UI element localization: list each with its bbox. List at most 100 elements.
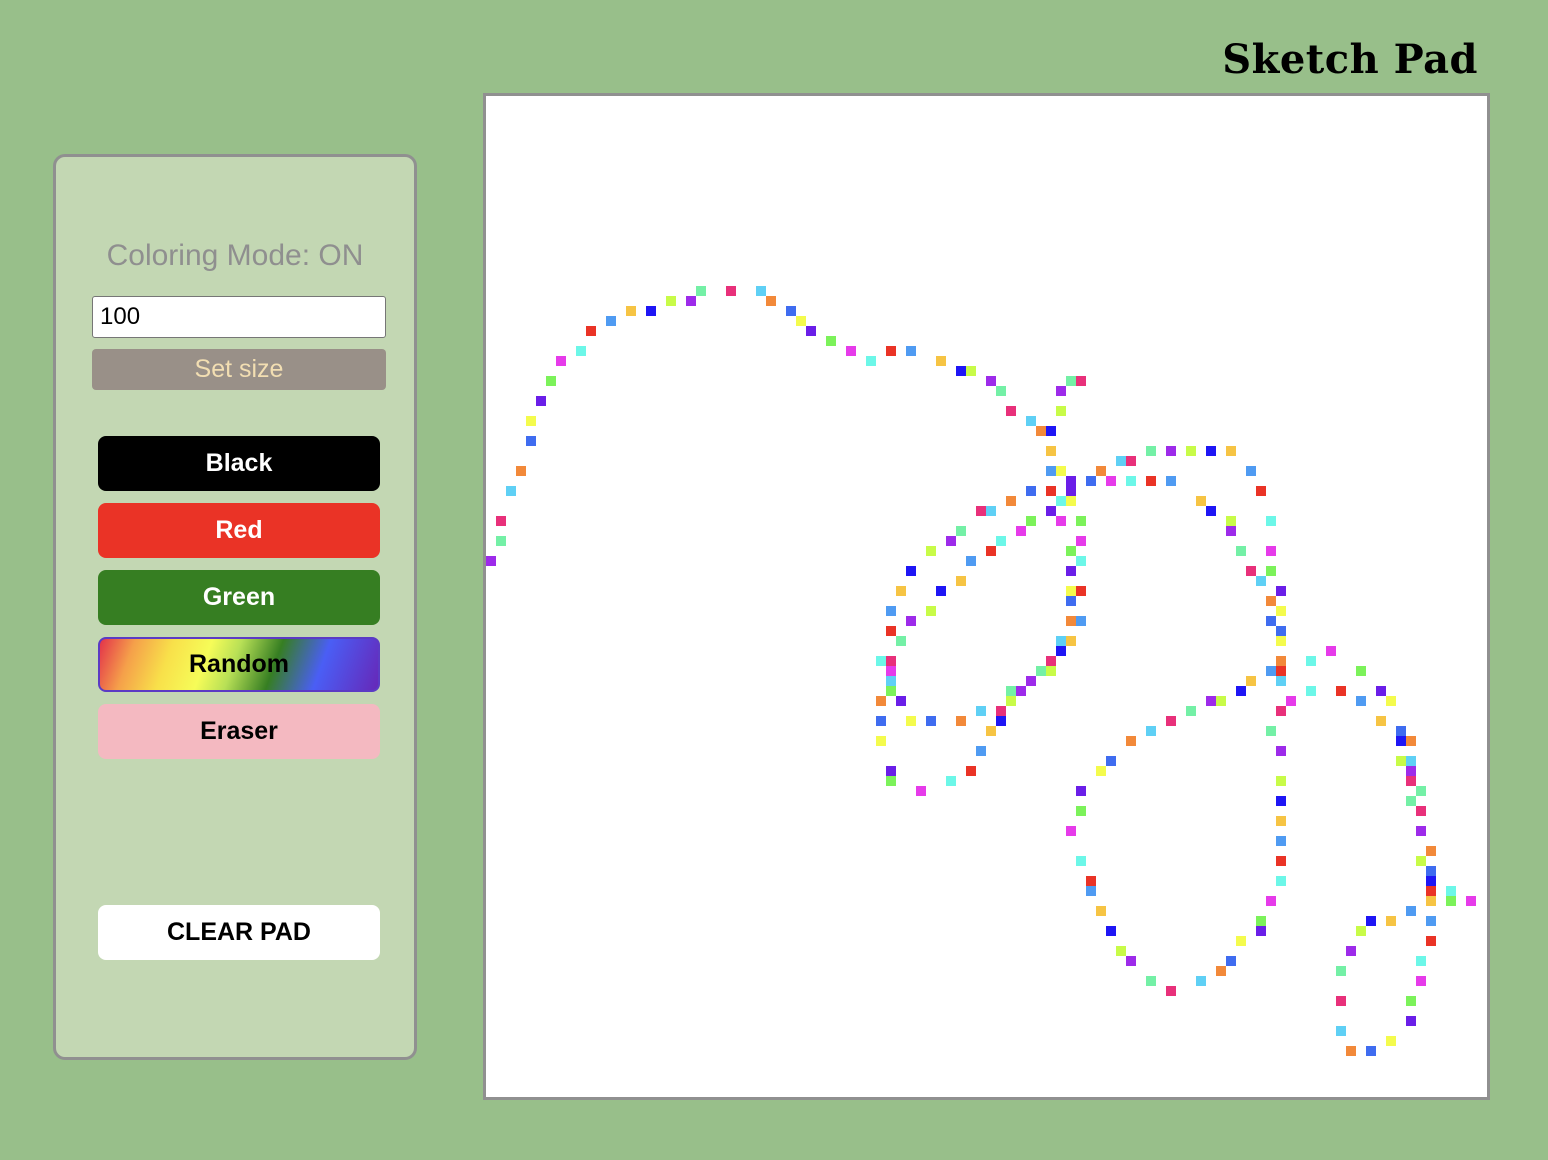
painted-cell: [966, 766, 976, 776]
painted-cell: [1356, 666, 1366, 676]
painted-cell: [876, 716, 886, 726]
black-color-button[interactable]: Black: [98, 436, 380, 491]
painted-cell: [1046, 486, 1056, 496]
green-color-button[interactable]: Green: [98, 570, 380, 625]
painted-cell: [1406, 756, 1416, 766]
painted-cell: [1016, 526, 1026, 536]
painted-cell: [1166, 446, 1176, 456]
painted-cell: [1276, 656, 1286, 666]
painted-cell: [906, 346, 916, 356]
painted-cell: [996, 716, 1006, 726]
sketch-pad-drawing: [486, 286, 1476, 1056]
app-title: Sketch Pad: [1222, 36, 1478, 83]
painted-cell: [1046, 666, 1056, 676]
painted-cell: [1276, 836, 1286, 846]
painted-cell: [546, 376, 556, 386]
painted-cell: [1046, 426, 1056, 436]
painted-cell: [586, 326, 596, 336]
painted-cell: [1276, 776, 1286, 786]
painted-cell: [876, 656, 886, 666]
painted-cell: [1076, 806, 1086, 816]
painted-cell: [1116, 946, 1126, 956]
painted-cell: [1226, 526, 1236, 536]
painted-cell: [1066, 586, 1076, 596]
painted-cell: [1396, 736, 1406, 746]
random-color-button[interactable]: Random: [98, 637, 380, 692]
painted-cell: [526, 436, 536, 446]
painted-cell: [1236, 546, 1246, 556]
painted-cell: [976, 706, 986, 716]
painted-cell: [876, 736, 886, 746]
painted-cell: [1376, 686, 1386, 696]
painted-cell: [1426, 866, 1436, 876]
coloring-mode-status: Coloring Mode: ON: [106, 239, 364, 272]
painted-cell: [1066, 636, 1076, 646]
painted-cell: [926, 606, 936, 616]
painted-cell: [886, 626, 896, 636]
painted-cell: [986, 726, 996, 736]
eraser-button[interactable]: Eraser: [98, 704, 380, 759]
painted-cell: [1246, 566, 1256, 576]
painted-cell: [1096, 766, 1106, 776]
painted-cell: [1426, 876, 1436, 886]
painted-cell: [1066, 616, 1076, 626]
painted-cell: [506, 486, 516, 496]
set-size-button[interactable]: Set size: [92, 349, 386, 390]
sketch-pad-canvas[interactable]: [483, 93, 1490, 1100]
painted-cell: [1166, 716, 1176, 726]
painted-cell: [1126, 476, 1136, 486]
painted-cell: [666, 296, 676, 306]
painted-cell: [1326, 646, 1336, 656]
painted-cell: [726, 286, 736, 296]
painted-cell: [1106, 756, 1116, 766]
painted-cell: [1276, 856, 1286, 866]
painted-cell: [1396, 726, 1406, 736]
painted-cell: [1026, 676, 1036, 686]
painted-cell: [1146, 446, 1156, 456]
painted-cell: [1426, 916, 1436, 926]
grid-size-input[interactable]: [92, 296, 386, 338]
painted-cell: [1426, 896, 1436, 906]
painted-cell: [1106, 476, 1116, 486]
painted-cell: [626, 306, 636, 316]
painted-cell: [1306, 656, 1316, 666]
painted-cell: [1276, 876, 1286, 886]
painted-cell: [986, 546, 996, 556]
painted-cell: [1236, 686, 1246, 696]
painted-cell: [1266, 666, 1276, 676]
painted-cell: [986, 506, 996, 516]
painted-cell: [1236, 936, 1246, 946]
clear-pad-button[interactable]: CLEAR PAD: [98, 905, 380, 960]
painted-cell: [1046, 506, 1056, 516]
painted-cell: [1266, 616, 1276, 626]
painted-cell: [1276, 606, 1286, 616]
painted-cell: [1226, 956, 1236, 966]
painted-cell: [1406, 776, 1416, 786]
painted-cell: [1196, 496, 1206, 506]
painted-cell: [1206, 446, 1216, 456]
painted-cell: [1076, 616, 1086, 626]
painted-cell: [496, 516, 506, 526]
painted-cell: [786, 306, 796, 316]
painted-cell: [1066, 376, 1076, 386]
painted-cell: [1266, 546, 1276, 556]
painted-cell: [886, 346, 896, 356]
painted-cell: [1166, 476, 1176, 486]
painted-cell: [1076, 586, 1086, 596]
painted-cell: [1066, 596, 1076, 606]
red-color-button[interactable]: Red: [98, 503, 380, 558]
painted-cell: [926, 716, 936, 726]
painted-cell: [1276, 816, 1286, 826]
painted-cell: [1216, 966, 1226, 976]
painted-cell: [1416, 826, 1426, 836]
painted-cell: [1006, 406, 1016, 416]
painted-cell: [946, 776, 956, 786]
painted-cell: [1066, 566, 1076, 576]
painted-cell: [886, 676, 896, 686]
painted-cell: [1396, 756, 1406, 766]
painted-cell: [896, 636, 906, 646]
control-panel: Coloring Mode: ON Set size Black Red Gre…: [53, 154, 417, 1060]
painted-cell: [906, 616, 916, 626]
painted-cell: [1336, 966, 1346, 976]
painted-cell: [1086, 886, 1096, 896]
